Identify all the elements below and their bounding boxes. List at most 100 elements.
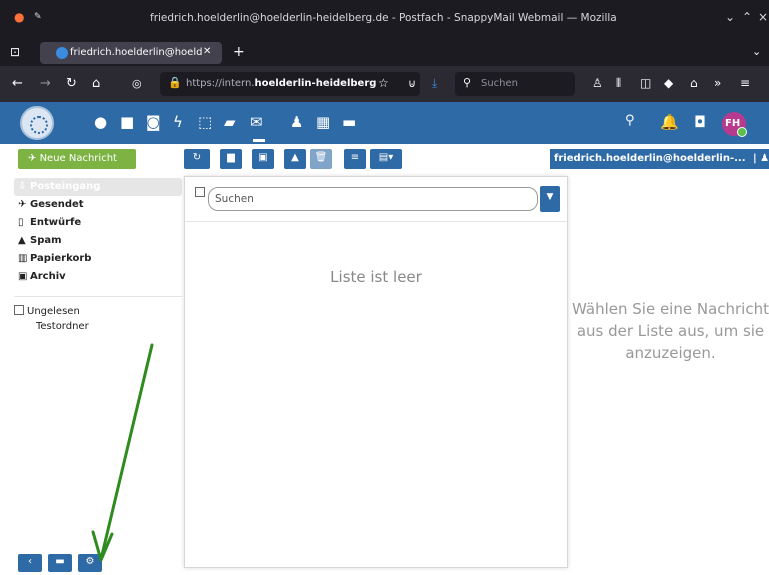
layout-button[interactable]: ▬ <box>48 554 72 572</box>
compose-icon: ✈ <box>28 153 40 164</box>
online-status-icon <box>737 127 747 137</box>
bookmark-star-icon[interactable]: ☆ <box>378 76 389 90</box>
tab-close-icon[interactable]: ✕ <box>203 46 211 57</box>
reload-icon[interactable]: ↻ <box>66 76 77 91</box>
search-placeholder: Suchen <box>215 193 254 205</box>
send-icon: ✈ <box>18 199 27 210</box>
inbox-icon: ⇩ <box>18 181 27 192</box>
trash-icon: ▥ <box>18 253 28 264</box>
download-icon[interactable]: ⤓ <box>432 76 437 91</box>
contacts-menu-icon[interactable]: ◘ <box>694 113 706 131</box>
minimize-icon[interactable]: ⌄ <box>725 10 735 24</box>
list-divider <box>185 221 567 222</box>
library-icon[interactable]: ⫴ <box>616 76 621 91</box>
app-header: ● ■ ◙ ϟ ⬚ ▰ ✉ ♟ ▦ ▬ ⚲ 🔔 ◘ FH <box>0 102 769 144</box>
container-icon[interactable]: ◆ <box>664 76 673 90</box>
circle-icon[interactable]: ● <box>94 113 107 131</box>
url-prefix: https://intern. <box>186 78 255 89</box>
folder-item-entwuerfe[interactable]: ▯ Entwürfe <box>14 214 182 232</box>
settings-button[interactable]: ⚙ <box>78 554 102 572</box>
user-dropdown-icon[interactable]: | ♟▾ <box>753 153 769 164</box>
folder-item-archiv[interactable]: ▣ Archiv <box>14 268 182 286</box>
menu-icon[interactable]: ≡ <box>740 76 750 90</box>
folder-icon[interactable]: ■ <box>120 113 134 131</box>
window-titlebar: ● ✎ friedrich.hoelderlin@hoelderlin-heid… <box>0 0 769 40</box>
browser-search-field[interactable]: ⚲ Suchen <box>455 72 575 96</box>
lock-icon: 🔒 <box>168 76 182 89</box>
close-window-icon[interactable]: × <box>758 10 768 24</box>
list-icon: ≡ <box>350 152 360 163</box>
bolt-icon[interactable]: ϟ <box>173 113 183 131</box>
collapse-button[interactable]: ‹ <box>18 554 42 572</box>
unread-filter[interactable]: Ungelesen <box>14 305 182 321</box>
select-all-checkbox[interactable] <box>195 187 205 197</box>
app-search-icon[interactable]: ⚲ <box>625 113 635 128</box>
new-tab-icon[interactable]: + <box>233 44 245 60</box>
search-options-button[interactable]: ▼ <box>540 186 560 212</box>
trash-icon: 🗑 <box>314 152 328 163</box>
pocket-icon[interactable]: ⊍ <box>408 77 416 90</box>
window-title: friedrich.hoelderlin@hoelderlin-heidelbe… <box>150 12 620 24</box>
chevron-left-icon: ‹ <box>28 556 32 567</box>
url-domain: hoelderlin-heidelberg <box>254 78 377 89</box>
folder-button[interactable]: ▆ <box>220 149 242 169</box>
move-icon: ↻ <box>192 152 202 163</box>
notes-icon[interactable]: ▬ <box>342 113 356 131</box>
tab-favicon-icon <box>56 47 68 59</box>
sort-button[interactable]: ▤▾ <box>370 149 402 169</box>
avatar[interactable]: FH <box>722 112 747 137</box>
firefox-logo-icon[interactable]: ● <box>14 10 24 24</box>
image-icon[interactable]: ◙ <box>146 113 161 131</box>
shield-icon[interactable]: ◎ <box>132 77 142 90</box>
folder-label: Spam <box>30 235 62 246</box>
compose-button[interactable]: ✈ Neue Nachricht <box>18 149 136 169</box>
organization-logo[interactable] <box>20 106 54 140</box>
notifications-icon[interactable]: 🔔 <box>660 113 679 131</box>
search-input[interactable]: Suchen <box>208 187 538 211</box>
preview-placeholder: Wählen Sie eine Nachricht aus der Liste … <box>572 300 769 362</box>
back-icon[interactable]: ← <box>12 76 23 91</box>
tab-overview-icon[interactable]: ⊡ <box>10 45 20 59</box>
account-icon[interactable]: ⌂ <box>690 76 698 90</box>
search-icon: ⚲ <box>463 76 472 89</box>
navigation-toolbar: ← → ↻ ⌂ ◎ 🔒 https://intern.hoelderlin-he… <box>0 66 769 102</box>
account-selector[interactable]: friedrich.hoelderlin@hoelderlin-... | ♟▾ <box>550 149 769 169</box>
more-button[interactable]: ≡ <box>344 149 366 169</box>
extensions-icon[interactable]: ♙ <box>592 76 603 90</box>
bookmark-icon[interactable]: ▰ <box>224 113 236 131</box>
unread-checkbox[interactable] <box>14 305 24 315</box>
dashboard-icon[interactable]: ⬚ <box>198 113 212 131</box>
folder-item-testordner[interactable]: Testordner <box>14 321 182 337</box>
tab-title: friedrich.hoelderlin@hoeld <box>70 47 203 58</box>
active-app-indicator <box>253 139 265 142</box>
forward-icon[interactable]: → <box>40 76 51 91</box>
overflow-icon[interactable]: » <box>714 76 721 90</box>
pin-icon: ✎ <box>34 12 42 22</box>
gear-icon: ⚙ <box>85 556 95 567</box>
folder-item-spam[interactable]: ▲ Spam <box>14 232 182 250</box>
delete-button[interactable]: 🗑 <box>310 149 332 169</box>
folder-item-papierkorb[interactable]: ▥ Papierkorb <box>14 250 182 268</box>
empty-list-message: Liste ist leer <box>330 268 422 286</box>
folder-list: ⇩ Posteingang ✈ Gesendet ▯ Entwürfe ▲ Spam ▥… <box>14 178 182 337</box>
move-button[interactable]: ↻ <box>184 149 210 169</box>
contacts-icon[interactable]: ♟ <box>290 113 303 131</box>
folder-label: Entwürfe <box>30 217 82 228</box>
folder-item-posteingang[interactable]: ⇩ Posteingang <box>14 178 182 196</box>
archive-button[interactable]: ▣ <box>252 149 274 169</box>
calendar-icon[interactable]: ▦ <box>316 113 330 131</box>
sidebar-icon[interactable]: ◫ <box>640 76 651 90</box>
spam-button[interactable]: ▲ <box>284 149 306 169</box>
folder-icon: ▆ <box>227 152 235 163</box>
home-icon[interactable]: ⌂ <box>92 76 100 91</box>
folder-label: Testordner <box>36 321 89 332</box>
folder-item-gesendet[interactable]: ✈ Gesendet <box>14 196 182 214</box>
list-tabs-icon[interactable]: ⌄ <box>752 45 761 58</box>
message-list-panel: Suchen ▼ Liste ist leer <box>184 176 568 568</box>
browser-search-placeholder: Suchen <box>481 78 519 89</box>
maximize-icon[interactable]: ⌃ <box>742 10 752 24</box>
folder-label: Posteingang <box>30 181 101 192</box>
mail-icon[interactable]: ✉ <box>250 113 263 131</box>
tab-bar: ⊡ friedrich.hoelderlin@hoeld ✕ + ⌄ <box>0 40 769 66</box>
spam-icon: ▲ <box>291 152 299 163</box>
